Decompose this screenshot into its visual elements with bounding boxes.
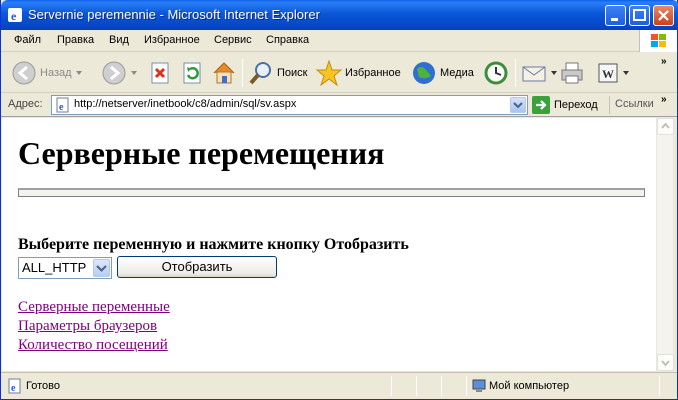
variable-select[interactable]: ALL_HTTP xyxy=(18,257,112,279)
horizontal-rule xyxy=(18,188,645,197)
status-separator xyxy=(466,376,467,396)
page-icon: e xyxy=(56,97,69,113)
address-separator xyxy=(609,96,610,114)
toolbar-overflow-icon[interactable]: » xyxy=(661,56,667,67)
favorites-label: Избранное xyxy=(345,67,401,79)
chevron-down-icon xyxy=(513,102,523,109)
go-label: Переход xyxy=(554,99,598,111)
scroll-up-button[interactable] xyxy=(657,118,674,135)
address-url: http://netserver/inetbook/c8/admin/sql/s… xyxy=(74,98,297,110)
menu-view[interactable]: Вид xyxy=(109,34,129,46)
search-label: Поиск xyxy=(277,67,308,79)
chevron-down-icon xyxy=(623,71,629,75)
menu-edit[interactable]: Правка xyxy=(57,34,94,46)
edit-word-button[interactable]: W xyxy=(597,57,630,89)
page-heading: Серверные перемещения xyxy=(18,135,385,171)
status-separator xyxy=(391,376,392,396)
home-button[interactable] xyxy=(211,57,237,89)
vertical-scrollbar[interactable] xyxy=(656,118,674,371)
chevron-down-icon xyxy=(551,71,557,75)
refresh-button[interactable] xyxy=(181,57,203,89)
refresh-icon xyxy=(183,62,201,84)
go-button[interactable]: Переход xyxy=(532,96,598,114)
media-label: Медиа xyxy=(440,67,474,79)
address-label: Адрес: xyxy=(8,98,43,110)
toolbar: Назад Поиск Избранное Медиа W » xyxy=(1,53,677,93)
zone-text: Мой компьютер xyxy=(489,380,570,392)
star-icon xyxy=(316,60,342,86)
media-globe-icon xyxy=(413,62,435,84)
search-button[interactable]: Поиск xyxy=(248,57,307,89)
windows-flag-icon xyxy=(651,34,666,47)
window-title: Servernie peremennie - Microsoft Interne… xyxy=(28,7,320,22)
show-button[interactable]: Отобразить xyxy=(117,256,277,278)
maximize-icon xyxy=(633,9,646,21)
title-bar[interactable]: e Servernie peremennie - Microsoft Inter… xyxy=(1,0,678,30)
chevron-down-icon xyxy=(96,265,107,272)
scroll-down-icon xyxy=(661,360,670,367)
menu-bar: Файл Правка Вид Избранное Сервис Справка xyxy=(1,30,677,52)
stop-icon xyxy=(151,62,169,84)
status-separator xyxy=(416,376,417,396)
svg-text:e: e xyxy=(11,9,17,23)
back-label: Назад xyxy=(40,67,72,79)
menu-tools[interactable]: Сервис xyxy=(214,34,252,46)
forward-arrow-icon xyxy=(102,61,126,85)
page-content: Серверные перемещения Выберите переменну… xyxy=(2,118,656,371)
toolbar-separator xyxy=(242,59,243,87)
instruction-text: Выберите переменную и нажмите кнопку Ото… xyxy=(18,236,409,253)
mail-button[interactable] xyxy=(521,57,558,89)
svg-text:e: e xyxy=(59,102,64,113)
address-bar: Адрес: e http://netserver/inetbook/c8/ad… xyxy=(1,93,677,117)
close-icon xyxy=(658,10,669,21)
status-text: Готово xyxy=(26,380,60,392)
address-dropdown-button[interactable] xyxy=(510,97,526,113)
go-arrow-icon xyxy=(532,96,550,114)
maximize-button[interactable] xyxy=(629,5,650,26)
favorites-button[interactable]: Избранное xyxy=(316,57,401,89)
select-value: ALL_HTTP xyxy=(22,260,87,275)
minimize-icon xyxy=(611,18,618,21)
svg-text:e: e xyxy=(11,383,16,394)
back-button[interactable]: Назад xyxy=(11,57,83,89)
close-button[interactable] xyxy=(653,5,674,26)
toolbar-separator xyxy=(515,59,516,87)
forward-button[interactable] xyxy=(101,57,138,89)
history-button[interactable] xyxy=(483,57,509,89)
word-icon: W xyxy=(598,63,618,83)
chevron-down-icon xyxy=(131,71,137,75)
back-arrow-icon xyxy=(12,61,36,85)
search-icon xyxy=(249,62,271,85)
computer-icon xyxy=(472,379,486,392)
stop-button[interactable] xyxy=(149,57,171,89)
chevron-down-icon xyxy=(75,71,82,75)
menu-favorites[interactable]: Избранное xyxy=(144,34,200,46)
page-done-icon: e xyxy=(8,378,21,394)
scroll-up-icon xyxy=(661,122,670,129)
status-separator xyxy=(441,376,442,396)
mail-icon xyxy=(522,66,546,82)
home-icon xyxy=(213,62,235,84)
scroll-down-button[interactable] xyxy=(657,354,674,371)
history-icon xyxy=(484,61,508,85)
browser-window: e Servernie peremennie - Microsoft Inter… xyxy=(0,0,678,400)
address-input[interactable]: e http://netserver/inetbook/c8/admin/sql… xyxy=(51,95,528,115)
print-button[interactable] xyxy=(559,57,585,89)
printer-icon xyxy=(561,62,583,84)
status-separator xyxy=(659,376,660,396)
menu-help[interactable]: Справка xyxy=(266,34,309,46)
links-label[interactable]: Ссылки xyxy=(615,98,654,110)
windows-logo xyxy=(639,30,677,52)
links-overflow-icon[interactable]: » xyxy=(661,94,667,105)
link-browser-params[interactable]: Параметры браузеров xyxy=(18,318,157,335)
status-bar: e Готово Мой компьютер xyxy=(1,372,677,399)
menu-file[interactable]: Файл xyxy=(14,34,41,46)
minimize-button[interactable] xyxy=(605,5,626,26)
svg-text:W: W xyxy=(602,67,614,81)
select-dropdown-button[interactable] xyxy=(93,259,110,277)
link-visit-count[interactable]: Количество посещений xyxy=(18,337,168,354)
ie-icon: e xyxy=(8,8,22,23)
link-server-variables[interactable]: Серверные переменные xyxy=(18,299,170,316)
media-button[interactable]: Медиа xyxy=(411,57,474,89)
